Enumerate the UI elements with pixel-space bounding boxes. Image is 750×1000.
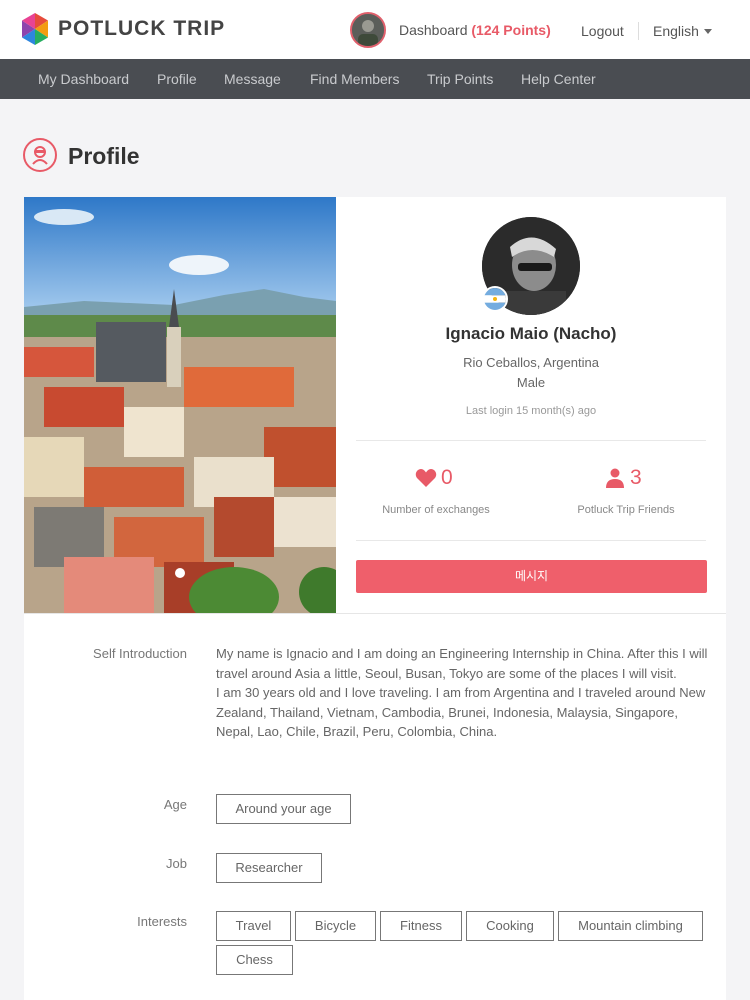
logo-text[interactable]: POTLUCK TRIP: [58, 17, 225, 41]
nav-item-profile[interactable]: Profile: [157, 71, 197, 87]
page-title: Profile: [68, 143, 140, 169]
job-label: Job: [166, 856, 187, 871]
nav-item-message[interactable]: Message: [224, 71, 281, 87]
avatar-icon: [352, 14, 384, 46]
nav-item-my-dashboard[interactable]: My Dashboard: [38, 71, 129, 87]
nav-item-help-center[interactable]: Help Center: [521, 71, 596, 87]
self-intro-label: Self Introduction: [93, 646, 187, 661]
profile-location: Rio Ceballos, Argentina: [463, 355, 599, 370]
interest-tag: Chess: [216, 945, 293, 975]
divider: [356, 440, 706, 441]
nav-item-trip-points[interactable]: Trip Points: [427, 71, 493, 87]
main-nav: My Dashboard Profile Message Find Member…: [0, 59, 750, 99]
carousel-indicator[interactable]: [175, 568, 185, 578]
exchanges-count: 0: [441, 466, 453, 489]
user-icon: [606, 468, 624, 488]
potluck-trip-logo-icon[interactable]: [18, 12, 52, 46]
argentina-flag-icon: [482, 286, 508, 312]
heart-icon: [415, 469, 437, 487]
interest-tag: Bicycle: [295, 911, 376, 941]
interest-tag: Mountain climbing: [558, 911, 703, 941]
profile-icon: [23, 138, 57, 172]
dashboard-link[interactable]: Dashboard (124 Points): [399, 22, 551, 38]
header-avatar[interactable]: [350, 12, 386, 48]
profile-gender: Male: [516, 375, 546, 390]
dashboard-label: Dashboard: [399, 22, 468, 38]
exchanges-label: Number of exchanges: [382, 504, 490, 516]
interest-tag: Fitness: [380, 911, 462, 941]
header-divider: [638, 22, 639, 40]
divider: [356, 540, 706, 541]
self-intro-text: My name is Ignacio and I am doing an Eng…: [216, 644, 716, 742]
self-intro-paragraph: My name is Ignacio and I am doing an Eng…: [216, 646, 708, 681]
friends-label[interactable]: Potluck Trip Friends: [546, 504, 706, 516]
interests-label: Interests: [137, 914, 187, 929]
self-intro-paragraph: I am 30 years old and I love traveling. …: [216, 685, 706, 739]
section-divider: [24, 613, 726, 614]
nav-item-find-members[interactable]: Find Members: [310, 71, 399, 87]
points-badge: (124 Points): [471, 22, 551, 38]
interest-tag: Cooking: [466, 911, 554, 941]
message-button[interactable]: 메시지: [356, 560, 707, 593]
friends-count[interactable]: 3: [630, 466, 642, 490]
town-landscape-image: [24, 197, 336, 613]
interest-tag: Travel: [216, 911, 291, 941]
last-login-text: Last login 15 month(s) ago: [465, 405, 597, 417]
logout-link[interactable]: Logout: [581, 23, 624, 39]
age-label: Age: [163, 797, 187, 812]
profile-name: Ignacio Maio (Nacho): [445, 324, 617, 343]
job-value: Researcher: [216, 853, 322, 883]
language-selector[interactable]: English: [653, 23, 699, 39]
age-value: Around your age: [216, 794, 351, 824]
chevron-down-icon[interactable]: [704, 29, 712, 34]
profile-photo[interactable]: [24, 197, 336, 613]
